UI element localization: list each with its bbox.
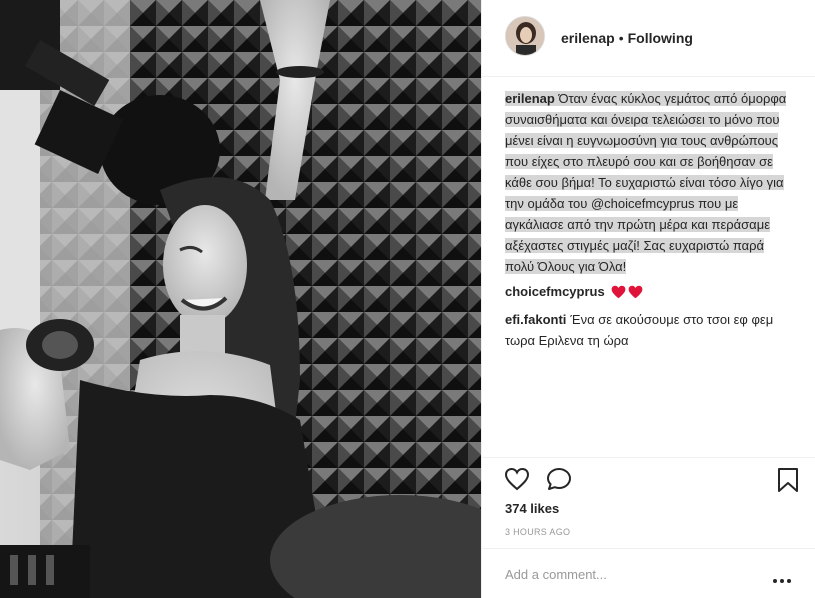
comment-username-link[interactable]: choicefmcyprus bbox=[505, 284, 605, 299]
caption-username-link[interactable]: erilenap bbox=[505, 91, 555, 106]
red-heart-icon bbox=[628, 284, 643, 305]
post-photo[interactable] bbox=[0, 0, 481, 598]
divider bbox=[482, 457, 815, 458]
heart-outline-icon[interactable] bbox=[504, 467, 530, 496]
photo-grayscale-image bbox=[0, 0, 481, 598]
avatar-image bbox=[506, 17, 544, 55]
header-text: erilenap • Following bbox=[561, 30, 693, 47]
add-comment-input[interactable] bbox=[505, 564, 745, 584]
likes-count[interactable]: 374 likes bbox=[505, 501, 559, 516]
comment-username-link[interactable]: efi.fakonti bbox=[505, 312, 566, 327]
caption-body: Όταν ένας κύκλος γεμάτος από όμορφα συνα… bbox=[505, 91, 787, 274]
post-timestamp[interactable]: 3 HOURS AGO bbox=[505, 527, 570, 537]
speech-bubble-icon[interactable] bbox=[546, 467, 572, 496]
divider bbox=[482, 548, 815, 549]
ellipsis-icon[interactable] bbox=[772, 571, 792, 583]
post-actions bbox=[504, 467, 798, 496]
following-button[interactable]: Following bbox=[628, 30, 693, 46]
post-caption: erilenap Όταν ένας κύκλος γεμάτος από όμ… bbox=[505, 88, 795, 277]
post-side-panel: erilenap • Following erilenap Όταν ένας κύ… bbox=[481, 0, 815, 598]
avatar[interactable] bbox=[505, 16, 545, 56]
header-separator: • bbox=[618, 30, 624, 46]
author-username-link[interactable]: erilenap bbox=[561, 30, 615, 46]
bookmark-icon[interactable] bbox=[777, 467, 799, 498]
comment-item: choicefmcyprus bbox=[505, 281, 795, 305]
comments-list: erilenap Όταν ένας κύκλος γεμάτος από όμ… bbox=[505, 88, 795, 351]
red-heart-icon bbox=[611, 284, 626, 305]
comment-item: efi.fakonti Ένα σε ακούσουμε στο τσοι εφ … bbox=[505, 309, 795, 351]
post-header: erilenap • Following bbox=[482, 0, 815, 77]
